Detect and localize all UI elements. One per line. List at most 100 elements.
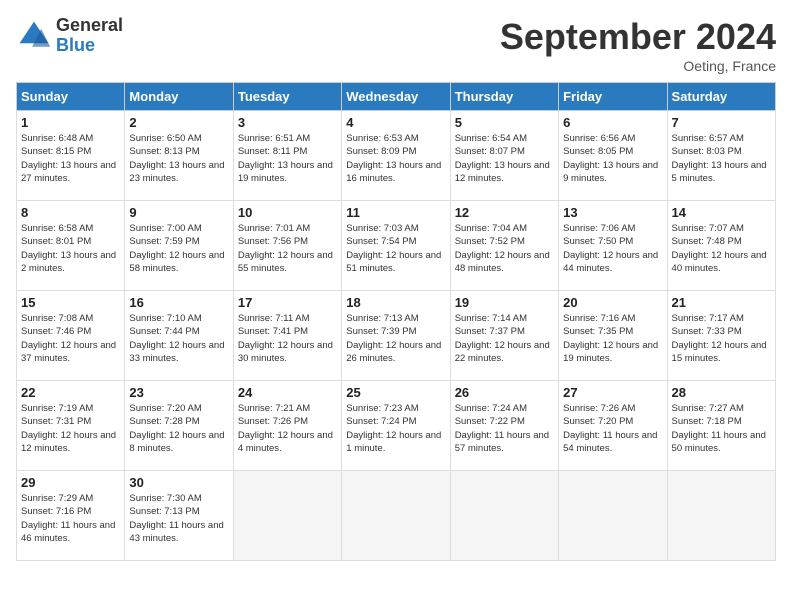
calendar-day-cell: 28Sunrise: 7:27 AM Sunset: 7:18 PM Dayli…	[667, 381, 775, 471]
calendar-day-header: Thursday	[450, 83, 558, 111]
logo-general: General	[56, 16, 123, 36]
day-number: 25	[346, 385, 445, 400]
calendar-day-cell: 25 Sunrise: 7:23 AM Sunset: 7:24 PM Dayli…	[342, 381, 450, 471]
day-info: Sunrise: 7:20 AM Sunset: 7:28 PM Dayligh…	[129, 402, 228, 455]
day-number: 24	[238, 385, 337, 400]
day-info: Sunrise: 7:24 AM Sunset: 7:22 PM Dayligh…	[455, 402, 554, 455]
calendar-day-cell: 30 Sunrise: 7:30 AM Sunset: 7:13 PM Dayli…	[125, 471, 233, 561]
day-number: 11	[346, 205, 445, 220]
day-number: 23	[129, 385, 228, 400]
title-block: September 2024 Oeting, France	[500, 16, 776, 74]
day-number: 6	[563, 115, 662, 130]
day-number: 22	[21, 385, 120, 400]
calendar-day-cell: 16 Sunrise: 7:10 AM Sunset: 7:44 PM Dayli…	[125, 291, 233, 381]
day-info: Sunrise: 7:11 AM Sunset: 7:41 PM Dayligh…	[238, 312, 337, 365]
day-info: Sunrise: 7:23 AM Sunset: 7:24 PM Dayligh…	[346, 402, 445, 455]
day-number: 2	[129, 115, 228, 130]
calendar-day-cell: 18Sunrise: 7:13 AM Sunset: 7:39 PM Dayli…	[342, 291, 450, 381]
calendar-day-cell: 19 Sunrise: 7:14 AM Sunset: 7:37 PM Dayli…	[450, 291, 558, 381]
day-info: Sunrise: 7:30 AM Sunset: 7:13 PM Dayligh…	[129, 492, 228, 545]
day-info: Sunrise: 6:57 AM Sunset: 8:03 PM Dayligh…	[672, 132, 771, 185]
calendar-day-cell: 15Sunrise: 7:08 AM Sunset: 7:46 PM Dayli…	[17, 291, 125, 381]
calendar-day-cell: 27 Sunrise: 7:26 AM Sunset: 7:20 PM Dayli…	[559, 381, 667, 471]
location: Oeting, France	[500, 58, 776, 74]
page-header: General Blue September 2024 Oeting, Fran…	[16, 16, 776, 74]
day-info: Sunrise: 7:07 AM Sunset: 7:48 PM Dayligh…	[672, 222, 771, 275]
calendar-day-cell	[559, 471, 667, 561]
day-number: 30	[129, 475, 228, 490]
day-number: 8	[21, 205, 120, 220]
calendar-day-header: Tuesday	[233, 83, 341, 111]
calendar-day-cell: 2 Sunrise: 6:50 AM Sunset: 8:13 PM Daylig…	[125, 111, 233, 201]
calendar-day-cell: 26 Sunrise: 7:24 AM Sunset: 7:22 PM Dayli…	[450, 381, 558, 471]
calendar-day-cell: 20 Sunrise: 7:16 AM Sunset: 7:35 PM Dayli…	[559, 291, 667, 381]
day-number: 5	[455, 115, 554, 130]
calendar-day-cell: 21 Sunrise: 7:17 AM Sunset: 7:33 PM Dayli…	[667, 291, 775, 381]
calendar-day-cell: 14 Sunrise: 7:07 AM Sunset: 7:48 PM Dayli…	[667, 201, 775, 291]
day-number: 21	[672, 295, 771, 310]
day-info: Sunrise: 7:00 AM Sunset: 7:59 PM Dayligh…	[129, 222, 228, 275]
day-info: Sunrise: 6:56 AM Sunset: 8:05 PM Dayligh…	[563, 132, 662, 185]
month-title: September 2024	[500, 16, 776, 58]
calendar-day-cell: 9 Sunrise: 7:00 AM Sunset: 7:59 PM Daylig…	[125, 201, 233, 291]
day-number: 13	[563, 205, 662, 220]
day-info: Sunrise: 7:03 AM Sunset: 7:54 PM Dayligh…	[346, 222, 445, 275]
day-number: 1	[21, 115, 120, 130]
calendar-day-cell: 7Sunrise: 6:57 AM Sunset: 8:03 PM Daylig…	[667, 111, 775, 201]
day-number: 14	[672, 205, 771, 220]
day-number: 3	[238, 115, 337, 130]
day-info: Sunrise: 7:01 AM Sunset: 7:56 PM Dayligh…	[238, 222, 337, 275]
calendar-week-row: 15Sunrise: 7:08 AM Sunset: 7:46 PM Dayli…	[17, 291, 776, 381]
calendar-day-cell: 5 Sunrise: 6:54 AM Sunset: 8:07 PM Daylig…	[450, 111, 558, 201]
day-info: Sunrise: 6:53 AM Sunset: 8:09 PM Dayligh…	[346, 132, 445, 185]
calendar-day-cell: 4Sunrise: 6:53 AM Sunset: 8:09 PM Daylig…	[342, 111, 450, 201]
calendar-table: SundayMondayTuesdayWednesdayThursdayFrid…	[16, 82, 776, 561]
calendar-day-cell: 29 Sunrise: 7:29 AM Sunset: 7:16 PM Dayli…	[17, 471, 125, 561]
day-number: 28	[672, 385, 771, 400]
calendar-day-cell: 24Sunrise: 7:21 AM Sunset: 7:26 PM Dayli…	[233, 381, 341, 471]
day-number: 12	[455, 205, 554, 220]
day-number: 29	[21, 475, 120, 490]
calendar-day-header: Monday	[125, 83, 233, 111]
day-number: 26	[455, 385, 554, 400]
day-info: Sunrise: 7:10 AM Sunset: 7:44 PM Dayligh…	[129, 312, 228, 365]
day-info: Sunrise: 7:06 AM Sunset: 7:50 PM Dayligh…	[563, 222, 662, 275]
calendar-day-cell: 10 Sunrise: 7:01 AM Sunset: 7:56 PM Dayli…	[233, 201, 341, 291]
day-number: 16	[129, 295, 228, 310]
day-info: Sunrise: 7:17 AM Sunset: 7:33 PM Dayligh…	[672, 312, 771, 365]
calendar-week-row: 22 Sunrise: 7:19 AM Sunset: 7:31 PM Dayli…	[17, 381, 776, 471]
calendar-day-cell: 1 Sunrise: 6:48 AM Sunset: 8:15 PM Daylig…	[17, 111, 125, 201]
day-info: Sunrise: 7:26 AM Sunset: 7:20 PM Dayligh…	[563, 402, 662, 455]
day-number: 10	[238, 205, 337, 220]
logo-text: General Blue	[56, 16, 123, 56]
logo: General Blue	[16, 16, 123, 56]
calendar-day-header: Sunday	[17, 83, 125, 111]
calendar-header-row: SundayMondayTuesdayWednesdayThursdayFrid…	[17, 83, 776, 111]
calendar-day-cell	[450, 471, 558, 561]
calendar-day-cell	[342, 471, 450, 561]
calendar-day-cell: 11 Sunrise: 7:03 AM Sunset: 7:54 PM Dayli…	[342, 201, 450, 291]
calendar-week-row: 8 Sunrise: 6:58 AM Sunset: 8:01 PM Daylig…	[17, 201, 776, 291]
day-number: 20	[563, 295, 662, 310]
day-number: 18	[346, 295, 445, 310]
day-number: 9	[129, 205, 228, 220]
day-info: Sunrise: 6:50 AM Sunset: 8:13 PM Dayligh…	[129, 132, 228, 185]
calendar-day-cell: 3Sunrise: 6:51 AM Sunset: 8:11 PM Daylig…	[233, 111, 341, 201]
day-info: Sunrise: 7:29 AM Sunset: 7:16 PM Dayligh…	[21, 492, 120, 545]
calendar-day-cell: 6 Sunrise: 6:56 AM Sunset: 8:05 PM Daylig…	[559, 111, 667, 201]
calendar-day-cell: 23 Sunrise: 7:20 AM Sunset: 7:28 PM Dayli…	[125, 381, 233, 471]
day-info: Sunrise: 6:54 AM Sunset: 8:07 PM Dayligh…	[455, 132, 554, 185]
day-info: Sunrise: 6:48 AM Sunset: 8:15 PM Dayligh…	[21, 132, 120, 185]
day-number: 19	[455, 295, 554, 310]
day-info: Sunrise: 7:19 AM Sunset: 7:31 PM Dayligh…	[21, 402, 120, 455]
day-info: Sunrise: 7:14 AM Sunset: 7:37 PM Dayligh…	[455, 312, 554, 365]
calendar-day-cell: 22 Sunrise: 7:19 AM Sunset: 7:31 PM Dayli…	[17, 381, 125, 471]
calendar-day-cell	[233, 471, 341, 561]
day-info: Sunrise: 7:16 AM Sunset: 7:35 PM Dayligh…	[563, 312, 662, 365]
day-number: 17	[238, 295, 337, 310]
day-number: 27	[563, 385, 662, 400]
calendar-day-cell: 17 Sunrise: 7:11 AM Sunset: 7:41 PM Dayli…	[233, 291, 341, 381]
day-info: Sunrise: 6:58 AM Sunset: 8:01 PM Dayligh…	[21, 222, 120, 275]
day-info: Sunrise: 7:08 AM Sunset: 7:46 PM Dayligh…	[21, 312, 120, 365]
calendar-day-header: Wednesday	[342, 83, 450, 111]
